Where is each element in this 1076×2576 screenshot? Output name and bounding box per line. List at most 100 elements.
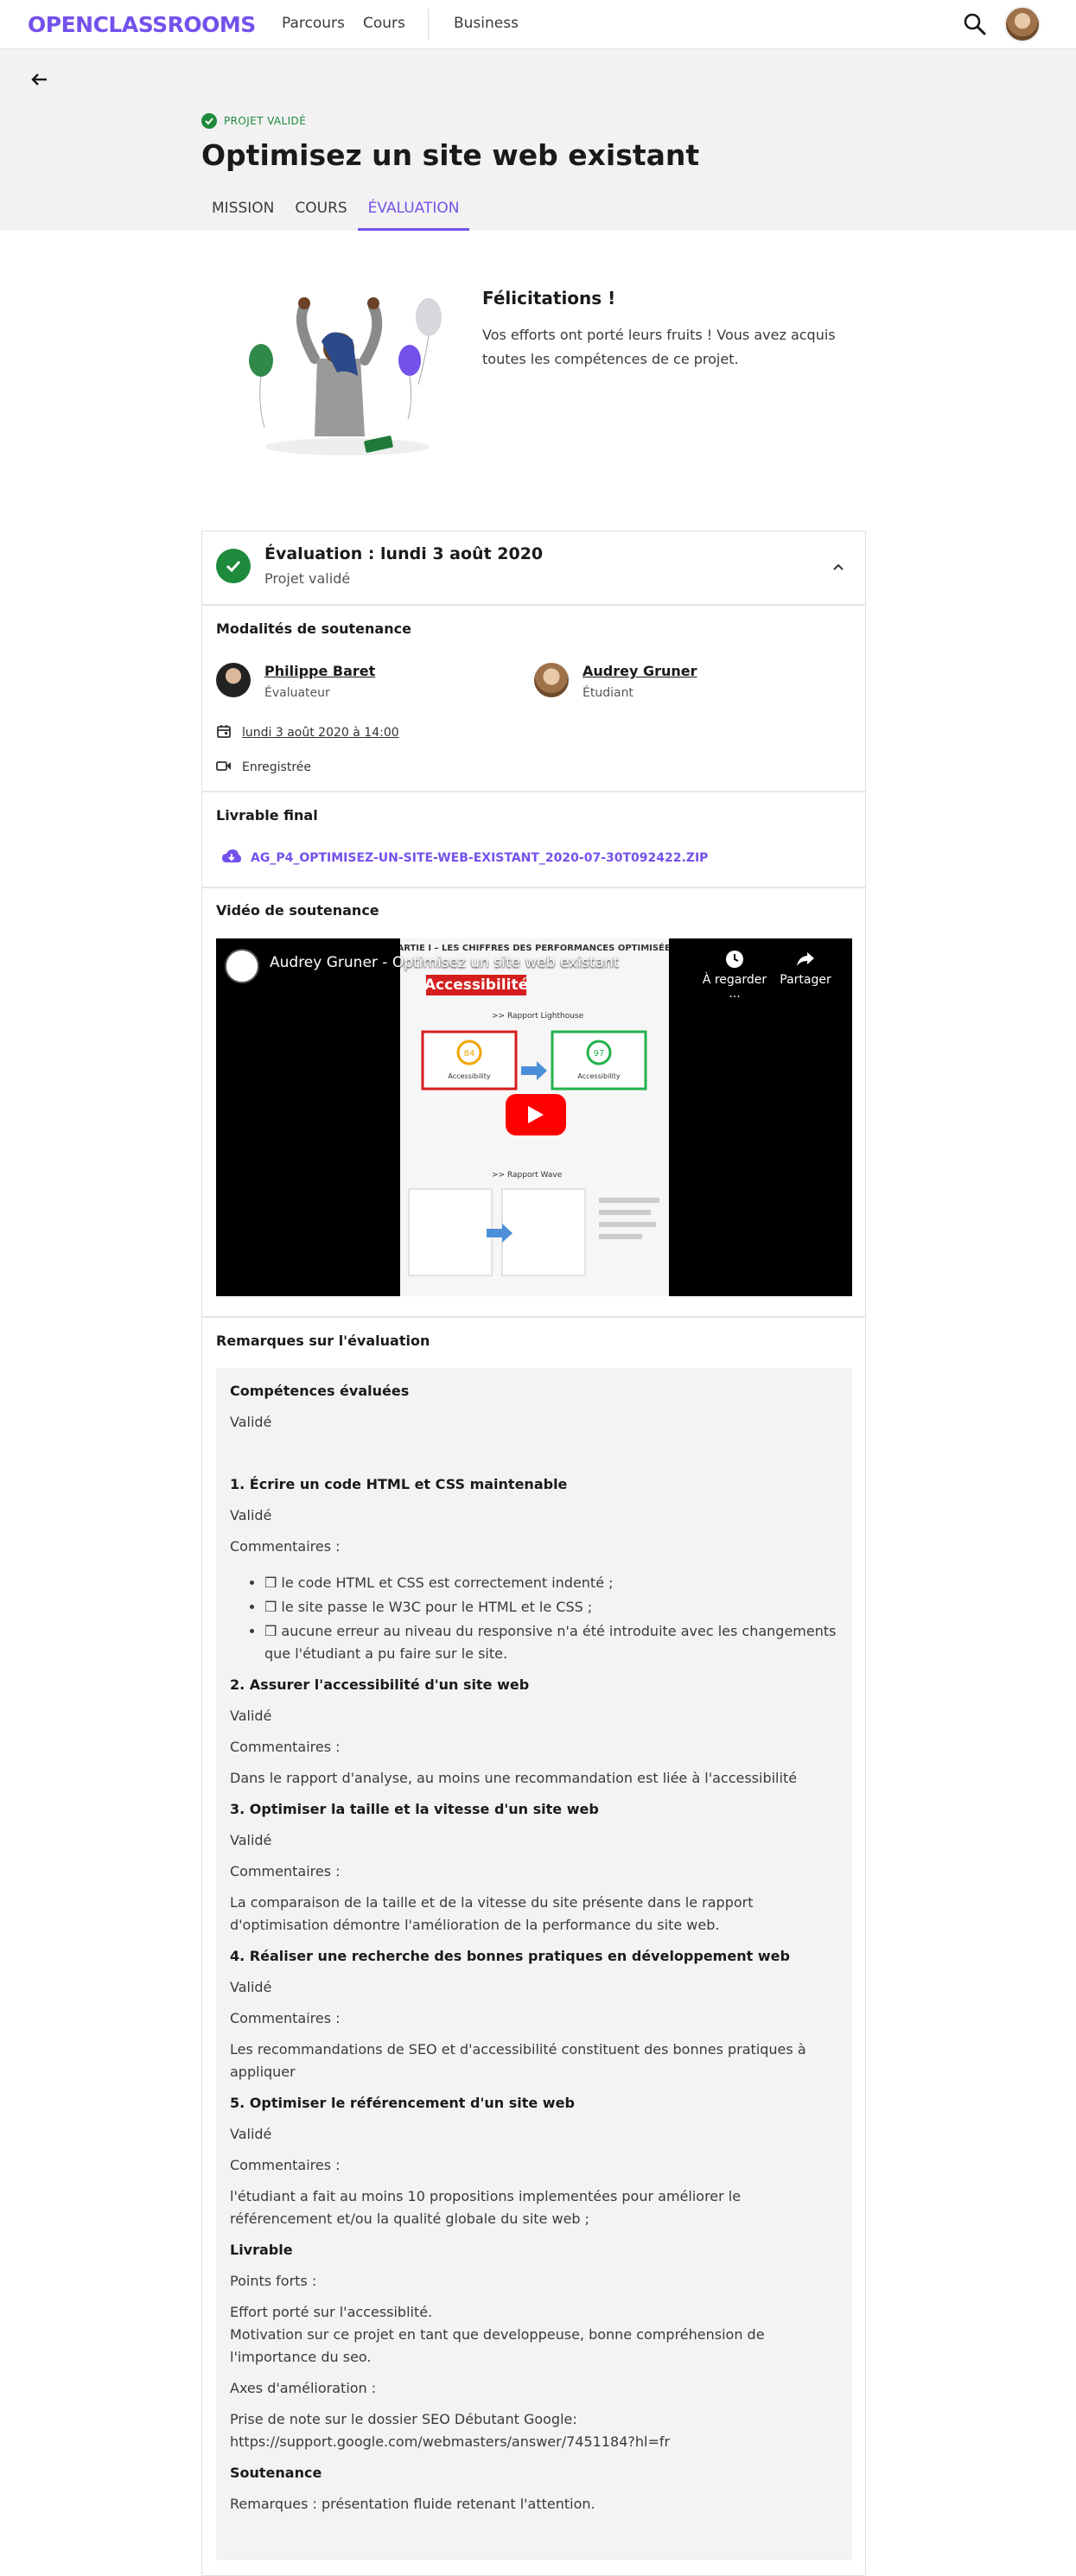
chevron-up-icon[interactable] bbox=[831, 559, 846, 575]
competence-5-comment: l'étudiant a fait au moins 10 propositio… bbox=[230, 2188, 742, 2227]
points-forts-line-2: Motivation sur ce projet en tant que dev… bbox=[230, 2326, 765, 2365]
competences-status: Validé bbox=[230, 1414, 272, 1430]
project-status-label: PROJET VALIDÉ bbox=[224, 115, 307, 127]
points-forts-label: Points forts : bbox=[230, 2273, 317, 2289]
congrats-text: Vos efforts ont porté leurs fruits ! Vou… bbox=[482, 327, 836, 367]
remarks-section-title: Remarques sur l'évaluation bbox=[216, 1333, 430, 1349]
evaluator-name[interactable]: Philippe Baret bbox=[264, 663, 375, 679]
livrable-title: Livrable final bbox=[216, 807, 318, 824]
competence-2-title: 2. Assurer l'accessibilité d'un site web bbox=[230, 1676, 530, 1693]
slide-tag: Accessibilité bbox=[424, 976, 528, 994]
celebration-illustration bbox=[235, 289, 442, 462]
student-name[interactable]: Audrey Gruner bbox=[583, 663, 697, 679]
axes-link[interactable]: https://support.google.com/webmasters/an… bbox=[230, 2431, 838, 2453]
evaluation-card: Évaluation : lundi 3 août 2020 Projet va… bbox=[201, 531, 866, 2576]
defense-date-row: lundi 3 août 2020 à 14:00 bbox=[216, 723, 399, 742]
competence-5-status: Validé bbox=[230, 2126, 272, 2142]
watch-later-label: À regarder ... bbox=[702, 973, 767, 1001]
check-circle-icon bbox=[216, 549, 251, 583]
nav-link-business[interactable]: Business bbox=[454, 15, 519, 32]
section-divider bbox=[202, 791, 865, 792]
competence-4-comments-label: Commentaires : bbox=[230, 2010, 341, 2026]
nav-divider bbox=[428, 9, 429, 40]
share-button[interactable]: Partager bbox=[771, 949, 840, 987]
competence-1-comments-label: Commentaires : bbox=[230, 1538, 341, 1555]
slide-heading: PARTIE I – LES CHIFFRES DES PERFORMANCES… bbox=[400, 942, 669, 953]
competence-4-comment: Les recommandations de SEO et d'accessib… bbox=[230, 2041, 806, 2080]
project-tabs: MISSION COURS ÉVALUATION bbox=[201, 197, 470, 231]
competence-3-comments-label: Commentaires : bbox=[230, 1863, 341, 1880]
search-icon[interactable] bbox=[961, 10, 989, 38]
competence-3-status: Validé bbox=[230, 1832, 272, 1848]
student-profile: Audrey Gruner Étudiant bbox=[534, 663, 697, 700]
calendar-icon bbox=[216, 723, 232, 742]
axes-line-1: Prise de note sur le dossier SEO Débutan… bbox=[230, 2411, 577, 2427]
competence-4-status: Validé bbox=[230, 1979, 272, 1995]
competence-3-comment: La comparaison de la taille et de la vit… bbox=[230, 1894, 754, 1933]
section-divider bbox=[202, 604, 865, 606]
score-before-label: Accessibility bbox=[448, 1072, 490, 1080]
livrable-filename[interactable]: AG_P4_OPTIMISEZ-UN-SITE-WEB-EXISTANT_202… bbox=[251, 851, 708, 865]
slide-lighthouse-label: >> Rapport Lighthouse bbox=[492, 1012, 584, 1021]
congrats-title: Félicitations ! bbox=[482, 288, 616, 308]
livrable-feedback-title: Livrable bbox=[230, 2242, 293, 2258]
competence-1-title: 1. Écrire un code HTML et CSS maintenabl… bbox=[230, 1476, 568, 1492]
competence-2-status: Validé bbox=[230, 1708, 272, 1724]
video-caption[interactable]: Audrey Gruner - Optimisez un site web ex… bbox=[270, 954, 619, 971]
evaluator-avatar bbox=[216, 663, 251, 697]
competence-5-title: 5. Optimiser le référencement d'un site … bbox=[230, 2095, 575, 2111]
soutenance-text: Remarques : présentation fluide retenant… bbox=[230, 2496, 595, 2512]
slide-wave-label: >> Rapport Wave bbox=[492, 1171, 563, 1180]
share-label: Partager bbox=[780, 973, 831, 987]
competence-2-comment: Dans le rapport d'analyse, au moins une … bbox=[230, 1770, 798, 1786]
points-forts-line-1: Effort porté sur l'accessiblité. bbox=[230, 2304, 433, 2320]
section-divider bbox=[202, 887, 865, 888]
tab-mission[interactable]: MISSION bbox=[201, 197, 284, 231]
video-camera-icon bbox=[216, 758, 232, 777]
video-section-title: Vidéo de soutenance bbox=[216, 902, 379, 919]
evaluation-card-header[interactable]: Évaluation : lundi 3 août 2020 Projet va… bbox=[202, 531, 865, 605]
livrable-download[interactable]: AG_P4_OPTIMISEZ-UN-SITE-WEB-EXISTANT_202… bbox=[221, 849, 708, 868]
competence-4-title: 4. Réaliser une recherche des bonnes pra… bbox=[230, 1948, 790, 1964]
evaluation-title: Évaluation : lundi 3 août 2020 bbox=[264, 544, 544, 563]
youtube-video-player[interactable]: PARTIE I – LES CHIFFRES DES PERFORMANCES… bbox=[216, 938, 852, 1296]
list-item: ❒ le site passe le W3C pour le HTML et l… bbox=[264, 1596, 844, 1619]
youtube-play-button[interactable] bbox=[506, 1094, 566, 1135]
list-item: ❒ le code HTML et CSS est correctement i… bbox=[264, 1572, 844, 1594]
share-arrow-icon bbox=[795, 949, 816, 970]
evaluator-profile: Philippe Baret Évaluateur bbox=[216, 663, 375, 700]
competences-title: Compétences évaluées bbox=[230, 1383, 410, 1399]
soutenance-title: Soutenance bbox=[230, 2465, 322, 2481]
student-avatar bbox=[534, 663, 569, 697]
score-before: 84 bbox=[464, 1049, 475, 1059]
competence-1-status: Validé bbox=[230, 1507, 272, 1523]
recording-row: Enregistrée bbox=[216, 758, 311, 777]
evaluator-role: Évaluateur bbox=[264, 686, 330, 700]
check-circle-icon bbox=[201, 113, 217, 129]
cloud-download-icon bbox=[221, 849, 242, 868]
channel-avatar[interactable] bbox=[225, 949, 259, 983]
axes-label: Axes d'amélioration : bbox=[230, 2380, 377, 2396]
nav-link-parcours[interactable]: Parcours bbox=[282, 15, 345, 32]
competence-5-comments-label: Commentaires : bbox=[230, 2157, 341, 2173]
score-after: 97 bbox=[594, 1049, 605, 1059]
tab-evaluation[interactable]: ÉVALUATION bbox=[357, 197, 470, 231]
nav-link-cours[interactable]: Cours bbox=[363, 15, 405, 32]
openclassrooms-logo[interactable]: OPENCLASSROOMS bbox=[28, 12, 256, 37]
top-navigation: OPENCLASSROOMS Parcours Cours Business bbox=[0, 0, 1076, 49]
defense-date-link[interactable]: lundi 3 août 2020 à 14:00 bbox=[242, 726, 399, 740]
user-avatar[interactable] bbox=[1004, 6, 1041, 42]
recording-status: Enregistrée bbox=[242, 760, 312, 774]
page-title: Optimisez un site web existant bbox=[201, 138, 700, 172]
watch-later-button[interactable]: À regarder ... bbox=[700, 949, 769, 1001]
project-status-badge: PROJET VALIDÉ bbox=[201, 113, 306, 129]
list-item: ❒ aucune erreur au niveau du responsive … bbox=[264, 1620, 844, 1665]
back-arrow-icon[interactable] bbox=[28, 67, 52, 92]
competence-2-comments-label: Commentaires : bbox=[230, 1739, 341, 1755]
modalites-title: Modalités de soutenance bbox=[216, 620, 411, 637]
tab-cours[interactable]: COURS bbox=[284, 197, 357, 231]
competence-3-title: 3. Optimiser la taille et la vitesse d'u… bbox=[230, 1801, 599, 1817]
section-divider bbox=[202, 1316, 865, 1318]
score-after-label: Accessibility bbox=[577, 1072, 620, 1080]
remarks-panel: Compétences évaluées Validé 1. Écrire un… bbox=[216, 1368, 852, 2560]
